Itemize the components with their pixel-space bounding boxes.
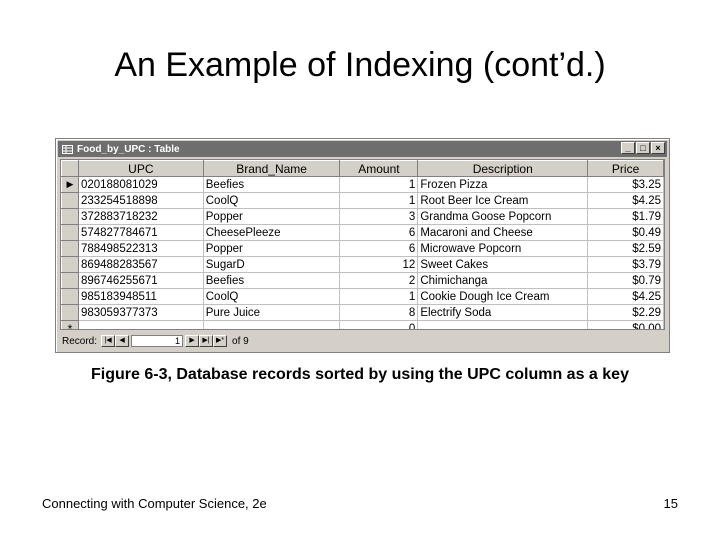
cell-brand-name[interactable]: CheesePleeze bbox=[202, 224, 341, 241]
cell-upc[interactable]: 983059377373 bbox=[77, 304, 204, 321]
datasheet-grid[interactable]: UPC Brand_Name Amount Description Price … bbox=[60, 159, 665, 330]
cell-price[interactable]: $0.00 bbox=[587, 320, 664, 329]
table-icon bbox=[61, 144, 73, 154]
cell-description[interactable]: Chimichanga bbox=[417, 272, 589, 289]
row-selector[interactable] bbox=[61, 224, 79, 241]
record-count: of 9 bbox=[232, 335, 249, 347]
table-row[interactable]: 983059377373 Pure Juice 8 Electrify Soda… bbox=[61, 304, 664, 321]
cell-description[interactable] bbox=[417, 320, 589, 329]
cell-price[interactable]: $0.79 bbox=[587, 272, 664, 289]
cell-price[interactable]: $4.25 bbox=[587, 192, 664, 209]
cell-upc[interactable] bbox=[77, 320, 204, 329]
table-row[interactable]: 574827784671 CheesePleeze 6 Macaroni and… bbox=[61, 224, 664, 241]
table-row[interactable]: 896746255671 Beefies 2 Chimichanga $0.79 bbox=[61, 272, 664, 289]
cell-upc[interactable]: 372883718232 bbox=[77, 208, 204, 225]
cell-description[interactable]: Macaroni and Cheese bbox=[417, 224, 589, 241]
next-record-button[interactable]: ▶ bbox=[185, 335, 200, 347]
record-label: Record: bbox=[62, 335, 98, 347]
column-header-amount[interactable]: Amount bbox=[339, 160, 419, 177]
cell-amount[interactable]: 1 bbox=[339, 288, 419, 305]
cell-brand-name[interactable]: CoolQ bbox=[202, 192, 341, 209]
cell-description[interactable]: Microwave Popcorn bbox=[417, 240, 589, 257]
cell-description[interactable]: Grandma Goose Popcorn bbox=[417, 208, 589, 225]
record-number-input[interactable]: 1 bbox=[131, 335, 184, 347]
row-selector[interactable] bbox=[61, 240, 79, 257]
new-record-indicator[interactable]: * bbox=[61, 320, 79, 329]
column-header-upc[interactable]: UPC bbox=[77, 160, 204, 177]
cell-amount[interactable]: 12 bbox=[339, 256, 419, 273]
row-selector[interactable] bbox=[61, 192, 79, 209]
cell-price[interactable]: $4.25 bbox=[587, 288, 664, 305]
cell-amount[interactable]: 6 bbox=[339, 240, 419, 257]
cell-price[interactable]: $3.25 bbox=[587, 176, 664, 193]
footer-text: Connecting with Computer Science, 2e bbox=[42, 496, 267, 511]
figure-caption: Figure 6-3, Database records sorted by u… bbox=[91, 366, 629, 383]
cell-brand-name[interactable]: SugarD bbox=[202, 256, 341, 273]
cell-upc[interactable]: 985183948511 bbox=[77, 288, 204, 305]
cell-amount[interactable]: 2 bbox=[339, 272, 419, 289]
column-header-description[interactable]: Description bbox=[417, 160, 589, 177]
cell-amount[interactable]: 1 bbox=[339, 176, 419, 193]
header-row: UPC Brand_Name Amount Description Price bbox=[61, 160, 664, 177]
new-record-row[interactable]: * 0 $0.00 bbox=[61, 320, 664, 329]
access-table-window: Food_by_UPC : Table _ □ × UPC Brand_Name… bbox=[55, 138, 670, 353]
window-titlebar[interactable]: Food_by_UPC : Table _ □ × bbox=[58, 141, 667, 157]
table-row[interactable]: 233254518898 CoolQ 1 Root Beer Ice Cream… bbox=[61, 192, 664, 209]
column-header-price[interactable]: Price bbox=[587, 160, 664, 177]
cell-price[interactable]: $1.79 bbox=[587, 208, 664, 225]
minimize-button[interactable]: _ bbox=[621, 142, 635, 154]
table-row[interactable]: 372883718232 Popper 3 Grandma Goose Popc… bbox=[61, 208, 664, 225]
table-row[interactable]: ▶ 020188081029 Beefies 1 Frozen Pizza $3… bbox=[61, 176, 664, 193]
datasheet-table: UPC Brand_Name Amount Description Price … bbox=[61, 160, 664, 329]
cell-brand-name[interactable]: Popper bbox=[202, 240, 341, 257]
cell-description[interactable]: Frozen Pizza bbox=[417, 176, 589, 193]
cell-amount[interactable]: 1 bbox=[339, 192, 419, 209]
cell-description[interactable]: Electrify Soda bbox=[417, 304, 589, 321]
cell-description[interactable]: Root Beer Ice Cream bbox=[417, 192, 589, 209]
cell-description[interactable]: Cookie Dough Ice Cream bbox=[417, 288, 589, 305]
previous-record-button[interactable]: ◀ bbox=[115, 335, 130, 347]
close-button[interactable]: × bbox=[651, 142, 665, 154]
cell-amount[interactable]: 6 bbox=[339, 224, 419, 241]
last-record-button[interactable]: ▶| bbox=[199, 335, 214, 347]
window-title: Food_by_UPC : Table bbox=[77, 143, 180, 155]
slide-title: An Example of Indexing (cont’d.) bbox=[114, 46, 606, 84]
table-row[interactable]: 985183948511 CoolQ 1 Cookie Dough Ice Cr… bbox=[61, 288, 664, 305]
first-record-button[interactable]: |◀ bbox=[101, 335, 116, 347]
cell-brand-name[interactable]: CoolQ bbox=[202, 288, 341, 305]
cell-upc[interactable]: 869488283567 bbox=[77, 256, 204, 273]
column-header-brand-name[interactable]: Brand_Name bbox=[202, 160, 341, 177]
current-record-indicator[interactable]: ▶ bbox=[61, 176, 79, 193]
cell-upc[interactable]: 020188081029 bbox=[77, 176, 204, 193]
row-selector[interactable] bbox=[61, 304, 79, 321]
cell-upc[interactable]: 574827784671 bbox=[77, 224, 204, 241]
cell-price[interactable]: $2.59 bbox=[587, 240, 664, 257]
cell-brand-name[interactable]: Pure Juice bbox=[202, 304, 341, 321]
new-record-button[interactable]: ▶* bbox=[213, 335, 228, 347]
cell-brand-name[interactable]: Beefies bbox=[202, 176, 341, 193]
select-all-corner[interactable] bbox=[61, 160, 79, 177]
cell-amount[interactable]: 0 bbox=[339, 320, 419, 329]
cell-upc[interactable]: 896746255671 bbox=[77, 272, 204, 289]
cell-upc[interactable]: 788498522313 bbox=[77, 240, 204, 257]
cell-brand-name[interactable]: Beefies bbox=[202, 272, 341, 289]
cell-brand-name[interactable]: Popper bbox=[202, 208, 341, 225]
cell-upc[interactable]: 233254518898 bbox=[77, 192, 204, 209]
maximize-button[interactable]: □ bbox=[636, 142, 650, 154]
row-selector[interactable] bbox=[61, 256, 79, 273]
cell-price[interactable]: $2.29 bbox=[587, 304, 664, 321]
row-selector[interactable] bbox=[61, 272, 79, 289]
row-selector[interactable] bbox=[61, 288, 79, 305]
cell-price[interactable]: $3.79 bbox=[587, 256, 664, 273]
cell-amount[interactable]: 3 bbox=[339, 208, 419, 225]
table-row[interactable]: 869488283567 SugarD 12 Sweet Cakes $3.79 bbox=[61, 256, 664, 273]
cell-brand-name[interactable] bbox=[202, 320, 341, 329]
cell-description[interactable]: Sweet Cakes bbox=[417, 256, 589, 273]
record-navigation-bar: Record: |◀ ◀ 1 ▶ ▶| ▶* of 9 bbox=[60, 333, 665, 349]
table-row[interactable]: 788498522313 Popper 6 Microwave Popcorn … bbox=[61, 240, 664, 257]
cell-amount[interactable]: 8 bbox=[339, 304, 419, 321]
page-number: 15 bbox=[663, 496, 678, 511]
row-selector[interactable] bbox=[61, 208, 79, 225]
cell-price[interactable]: $0.49 bbox=[587, 224, 664, 241]
